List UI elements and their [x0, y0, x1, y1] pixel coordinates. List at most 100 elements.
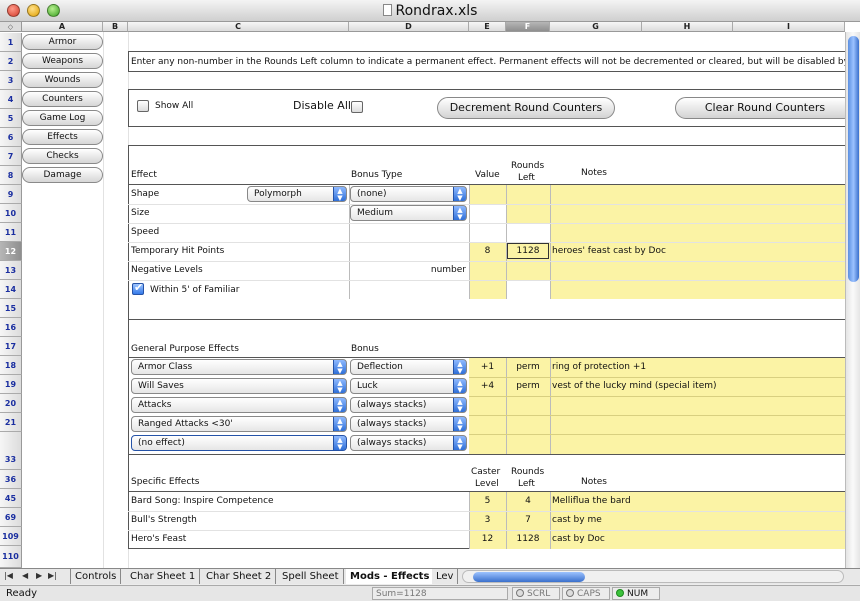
- row-header[interactable]: 3: [0, 71, 22, 90]
- gp-bonus-select[interactable]: Deflection ▲ ▼: [350, 359, 467, 375]
- armor-button[interactable]: Armor: [22, 34, 103, 50]
- column-header-g[interactable]: G: [550, 22, 642, 32]
- row-header[interactable]: 7: [0, 147, 22, 166]
- next-sheet-icon[interactable]: ▶: [36, 571, 42, 580]
- specific-notes[interactable]: cast by Doc: [552, 533, 605, 545]
- gp-value[interactable]: +4: [469, 380, 506, 392]
- select-all-corner[interactable]: ◇: [0, 22, 22, 32]
- first-sheet-icon[interactable]: |◀: [4, 571, 13, 580]
- row-header[interactable]: 11: [0, 223, 22, 242]
- gp-bonus-select[interactable]: (always stacks) ▲ ▼: [350, 435, 467, 451]
- effects-button[interactable]: Effects: [22, 129, 103, 145]
- row-header[interactable]: 19: [0, 375, 22, 394]
- row-header[interactable]: 110: [0, 546, 22, 568]
- prev-sheet-icon[interactable]: ◀: [22, 571, 28, 580]
- column-header-i[interactable]: I: [733, 22, 845, 32]
- row-header[interactable]: 5: [0, 109, 22, 128]
- gp-effect-select[interactable]: Armor Class ▲ ▼: [131, 359, 347, 375]
- column-header-f[interactable]: F: [506, 22, 550, 32]
- row-header[interactable]: 16: [0, 318, 22, 337]
- temp-hp-notes[interactable]: heroes' feast cast by Doc: [552, 245, 666, 257]
- tab-char-sheet-1[interactable]: Char Sheet 1: [126, 569, 201, 584]
- tab-lev[interactable]: Lev: [432, 569, 459, 584]
- specific-caster-level[interactable]: 5: [469, 495, 506, 507]
- row-header[interactable]: 109: [0, 527, 22, 546]
- column-header-a[interactable]: A: [22, 22, 103, 32]
- row-header[interactable]: 33: [0, 432, 22, 470]
- row-header[interactable]: 9: [0, 185, 22, 204]
- row-header[interactable]: 20: [0, 394, 22, 413]
- row-header[interactable]: 13: [0, 261, 22, 280]
- gp-effect-select[interactable]: Will Saves ▲ ▼: [131, 378, 347, 394]
- gp-rounds[interactable]: perm: [506, 361, 550, 373]
- clear-round-counters-button[interactable]: Clear Round Counters: [675, 97, 855, 119]
- row-header[interactable]: 45: [0, 489, 22, 508]
- gp-effect-select[interactable]: Ranged Attacks <30' ▲ ▼: [131, 416, 347, 432]
- specific-caster-level[interactable]: 3: [469, 514, 506, 526]
- gp-effect-select[interactable]: (no effect) ▲ ▼: [131, 435, 347, 451]
- horizontal-scrollbar[interactable]: [462, 570, 844, 583]
- row-header[interactable]: 6: [0, 128, 22, 147]
- weapons-button[interactable]: Weapons: [22, 53, 103, 69]
- temp-hp-rounds-cell-selected[interactable]: 1128: [507, 243, 549, 259]
- row-header[interactable]: 17: [0, 337, 22, 356]
- column-header-d[interactable]: D: [349, 22, 469, 32]
- tab-controls[interactable]: Controls: [70, 569, 122, 584]
- row-header[interactable]: 14: [0, 280, 22, 299]
- gp-rounds[interactable]: perm: [506, 380, 550, 392]
- column-header-h[interactable]: H: [642, 22, 733, 32]
- familiar-checkbox[interactable]: [132, 281, 144, 295]
- row-header[interactable]: 69: [0, 508, 22, 527]
- gp-bonus-select[interactable]: (always stacks) ▲ ▼: [350, 397, 467, 413]
- vertical-scroll-thumb[interactable]: [848, 36, 859, 282]
- column-header-e[interactable]: E: [469, 22, 506, 32]
- show-all-checkbox[interactable]: [137, 100, 149, 112]
- row-header[interactable]: 2: [0, 52, 22, 71]
- value-header: Value: [475, 170, 500, 180]
- spreadsheet-grid[interactable]: ◇ A B C D E F G H I 1 2 3 4 5 6 7 8 9 10…: [0, 22, 860, 568]
- gp-bonus-select[interactable]: (always stacks) ▲ ▼: [350, 416, 467, 432]
- row-header[interactable]: 36: [0, 470, 22, 489]
- counters-button[interactable]: Counters: [22, 91, 103, 107]
- temp-hp-value[interactable]: 8: [469, 245, 506, 257]
- row-header[interactable]: 1: [0, 33, 22, 52]
- tab-spell-sheet[interactable]: Spell Sheet: [278, 569, 344, 584]
- row-header[interactable]: 10: [0, 204, 22, 223]
- decrement-round-counters-button[interactable]: Decrement Round Counters: [437, 97, 615, 119]
- row-header-selected[interactable]: 12: [0, 242, 22, 261]
- column-header-c[interactable]: C: [128, 22, 349, 32]
- specific-notes[interactable]: Melliflua the bard: [552, 495, 631, 507]
- gp-bonus-select[interactable]: Luck ▲ ▼: [350, 378, 467, 394]
- wounds-button[interactable]: Wounds: [22, 72, 103, 88]
- specific-rounds[interactable]: 4: [506, 495, 550, 507]
- disable-all-checkbox[interactable]: [351, 101, 363, 113]
- gp-notes[interactable]: vest of the lucky mind (special item): [552, 380, 717, 392]
- vertical-scrollbar[interactable]: [845, 32, 860, 568]
- checks-button[interactable]: Checks: [22, 148, 103, 164]
- gp-effect-select[interactable]: Attacks ▲ ▼: [131, 397, 347, 413]
- game-log-button[interactable]: Game Log: [22, 110, 103, 126]
- specific-rounds[interactable]: 1128: [506, 533, 550, 545]
- window-title: Rondrax.xls: [0, 3, 860, 19]
- tab-mods-effects[interactable]: Mods - Effects: [346, 569, 435, 584]
- horizontal-scroll-thumb[interactable]: [473, 572, 585, 582]
- gp-value[interactable]: +1: [469, 361, 506, 373]
- shape-select[interactable]: Polymorph ▲ ▼: [247, 186, 347, 202]
- row-header[interactable]: 18: [0, 356, 22, 375]
- row-header[interactable]: 8: [0, 166, 22, 185]
- gridline: [550, 492, 551, 549]
- row-header[interactable]: 4: [0, 90, 22, 109]
- row-header[interactable]: 21: [0, 413, 22, 432]
- column-header-b[interactable]: B: [103, 22, 128, 32]
- specific-notes[interactable]: cast by me: [552, 514, 602, 526]
- tab-char-sheet-2[interactable]: Char Sheet 2: [202, 569, 277, 584]
- row-header[interactable]: 15: [0, 299, 22, 318]
- gp-notes[interactable]: ring of protection +1: [552, 361, 646, 373]
- damage-button[interactable]: Damage: [22, 167, 103, 183]
- specific-rounds[interactable]: 7: [506, 514, 550, 526]
- size-select[interactable]: Medium ▲ ▼: [350, 205, 467, 221]
- last-sheet-icon[interactable]: ▶|: [48, 571, 57, 580]
- shape-bonus-type-select[interactable]: (none) ▲ ▼: [350, 186, 467, 202]
- specific-caster-level[interactable]: 12: [469, 533, 506, 545]
- gp-bonus-value: (always stacks): [357, 419, 427, 429]
